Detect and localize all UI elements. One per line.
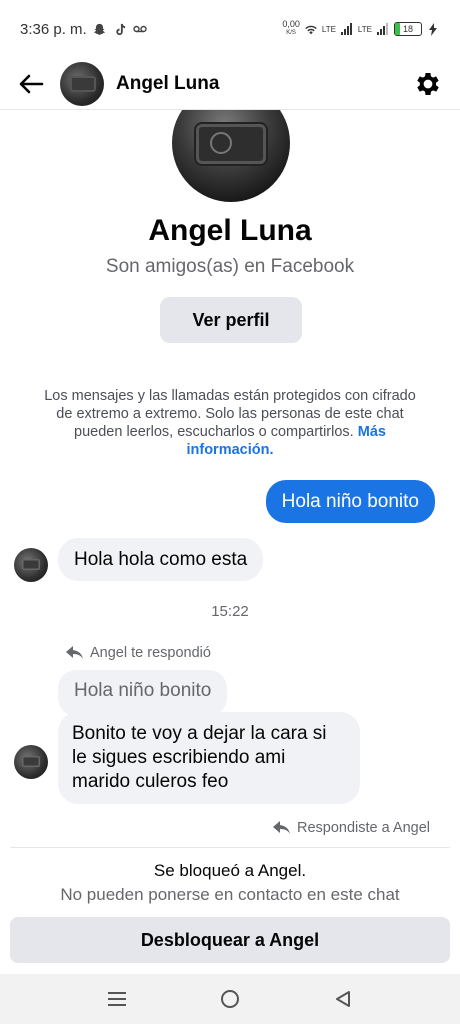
unblock-button[interactable]: Desbloquear a Angel	[10, 917, 450, 963]
outgoing-message[interactable]: Hola niño bonito	[265, 480, 435, 523]
signal-icon	[376, 22, 390, 36]
header-contact-name[interactable]: Angel Luna	[116, 73, 219, 95]
status-left: 3:36 p. m.	[20, 21, 147, 38]
quoted-message[interactable]: Hola niño bonito	[58, 670, 228, 716]
divider	[10, 847, 450, 848]
reply-icon	[66, 646, 84, 660]
network-speed: 0,00 K/S	[282, 20, 300, 38]
incoming-message[interactable]: Bonito te voy a dejar la cara si le sigu…	[58, 712, 360, 804]
home-circle-icon[interactable]	[210, 979, 250, 1019]
message-timestamp: 15:22	[211, 603, 249, 620]
replied-indicator: Respondiste a Angel	[272, 820, 430, 836]
chat-header: Angel Luna	[0, 58, 460, 110]
reply-icon	[272, 821, 291, 835]
replied-label-text: Respondiste a Angel	[296, 820, 430, 836]
battery-fill	[395, 23, 400, 35]
battery-indicator: 18	[394, 22, 422, 36]
wifi-icon	[304, 22, 318, 36]
gear-icon[interactable]	[412, 68, 444, 100]
status-time: 3:36 p. m.	[20, 20, 87, 38]
voicemail-icon	[133, 22, 147, 36]
status-bar: 3:36 p. m. 0,00 K/S LTE LTE 18	[0, 0, 460, 58]
charging-icon	[426, 22, 440, 36]
profile-name: Angel Luna	[148, 214, 312, 247]
status-right: 0,00 K/S LTE LTE 18	[282, 20, 440, 38]
encryption-notice: Los mensajes y las llamadas están proteg…	[40, 387, 420, 459]
triangle-back-icon[interactable]	[323, 979, 363, 1019]
header-avatar[interactable]	[60, 61, 104, 106]
reply-label-text: Angel te respondió	[90, 645, 211, 661]
blocked-subtitle: No pueden ponerse en contacto en este ch…	[60, 885, 400, 904]
blocked-title: Se bloqueó a Angel.	[153, 861, 307, 880]
back-arrow-icon[interactable]	[16, 69, 46, 99]
battery-level: 18	[402, 24, 413, 34]
reply-indicator: Angel te respondió	[66, 645, 211, 661]
tiktok-icon	[113, 22, 127, 36]
speed-unit: K/S	[286, 30, 296, 36]
snapchat-icon	[93, 22, 107, 36]
profile-subtitle: Son amigos(as) en Facebook	[105, 256, 355, 277]
network-type-1: LTE	[321, 24, 336, 34]
sender-avatar[interactable]	[14, 548, 48, 582]
menu-icon[interactable]	[97, 979, 137, 1019]
view-profile-button[interactable]: Ver perfil	[160, 297, 302, 343]
signal-icon	[340, 22, 354, 36]
sender-avatar[interactable]	[14, 745, 48, 779]
network-type-2: LTE	[357, 24, 372, 34]
system-nav-bar	[0, 974, 460, 1024]
speed-value: 0,00	[282, 19, 300, 29]
incoming-message[interactable]: Hola hola como esta	[58, 538, 264, 581]
